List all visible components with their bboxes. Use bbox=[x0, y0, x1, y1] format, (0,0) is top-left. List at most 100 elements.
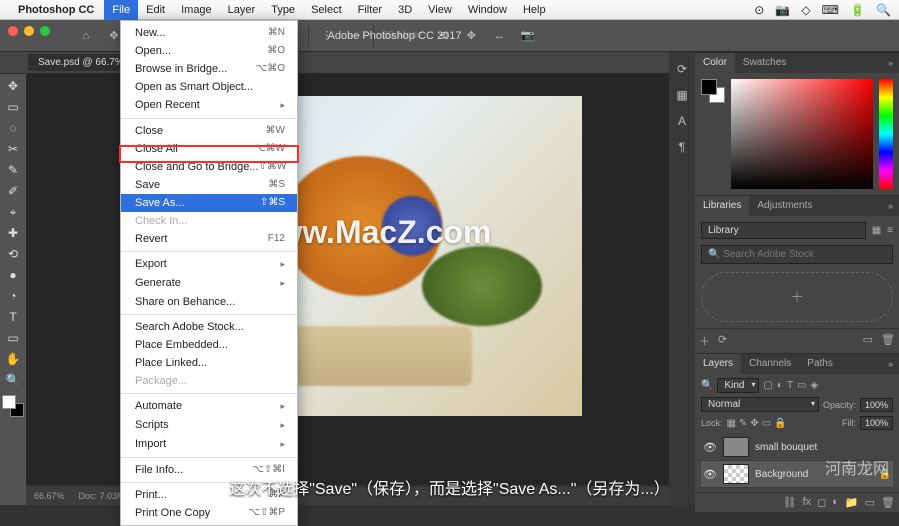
menu-item-close[interactable]: Close⌘W bbox=[121, 122, 297, 140]
opacity-value[interactable]: 100% bbox=[860, 398, 893, 412]
menu-view[interactable]: View bbox=[420, 0, 460, 20]
foreground-color-swatch[interactable] bbox=[2, 395, 16, 409]
color-swatch-pair[interactable] bbox=[701, 79, 725, 103]
history-panel-icon[interactable]: ⟳ bbox=[673, 60, 691, 78]
home-icon[interactable]: ⌂ bbox=[76, 26, 96, 46]
3d-orbit-icon[interactable]: ⟲ bbox=[433, 26, 453, 46]
swatches-tab[interactable]: Swatches bbox=[735, 53, 794, 73]
filter-adjustment-icon[interactable]: ◐ bbox=[777, 380, 783, 391]
adjustments-tab[interactable]: Adjustments bbox=[749, 196, 820, 216]
hand-tool[interactable]: ✋ bbox=[2, 349, 24, 369]
lock-transparency-icon[interactable]: ▦ bbox=[727, 418, 736, 429]
3d-slide-icon[interactable]: ↔ bbox=[489, 26, 509, 46]
add-asset-icon[interactable]: ＋ bbox=[699, 333, 710, 349]
layer-thumbnail[interactable] bbox=[723, 464, 749, 484]
menu-item-place-embedded[interactable]: Place Embedded... bbox=[121, 336, 297, 354]
minimize-window-button[interactable] bbox=[24, 26, 34, 36]
menu-item-export[interactable]: Export bbox=[121, 255, 297, 274]
marquee-tool[interactable]: ▭ bbox=[2, 97, 24, 117]
menu-item-open[interactable]: Open...⌘O bbox=[121, 42, 297, 60]
fg-color-swatch[interactable] bbox=[701, 79, 717, 95]
lock-all-icon[interactable]: 🔒 bbox=[774, 418, 786, 429]
panel-collapse-icon[interactable]: » bbox=[882, 58, 899, 68]
layer-item[interactable]: 👁 Background 🔒 bbox=[701, 461, 893, 488]
menu-item-search-adobe-stock[interactable]: Search Adobe Stock... bbox=[121, 318, 297, 336]
menu-item-open-as-smart-object[interactable]: Open as Smart Object... bbox=[121, 78, 297, 96]
layer-style-icon[interactable]: fx bbox=[803, 496, 812, 509]
menu-item-save-as[interactable]: Save As...⇧⌘S bbox=[121, 194, 297, 212]
zoom-tool[interactable]: 🔍 bbox=[2, 370, 24, 390]
menu-item-revert[interactable]: RevertF12 bbox=[121, 230, 297, 248]
layers-tab[interactable]: Layers bbox=[695, 354, 741, 374]
clone-tool[interactable]: ⌖ bbox=[2, 202, 24, 222]
shape-tool[interactable]: ▭ bbox=[2, 328, 24, 348]
paths-tab[interactable]: Paths bbox=[799, 354, 841, 374]
properties-panel-icon[interactable]: ▦ bbox=[673, 86, 691, 104]
gradient-tool[interactable]: ● bbox=[2, 265, 24, 285]
lock-paint-icon[interactable]: ✎ bbox=[739, 418, 747, 429]
menu-type[interactable]: Type bbox=[263, 0, 303, 20]
color-field-picker[interactable] bbox=[731, 79, 873, 189]
layer-item[interactable]: 👁 small bouquet bbox=[701, 434, 893, 461]
layer-thumbnail[interactable] bbox=[723, 437, 749, 457]
panel-collapse-icon[interactable]: » bbox=[882, 359, 899, 369]
menu-window[interactable]: Window bbox=[460, 0, 515, 20]
layer-visibility-icon[interactable]: 👁 bbox=[703, 441, 717, 454]
spotlight-icon[interactable]: 🔍 bbox=[876, 3, 891, 17]
menu-help[interactable]: Help bbox=[515, 0, 554, 20]
history-brush-tool[interactable]: ⟲ bbox=[2, 244, 24, 264]
filter-pixel-icon[interactable]: ▢ bbox=[763, 380, 772, 391]
blend-mode-dropdown[interactable]: Normal bbox=[701, 397, 819, 412]
lock-position-icon[interactable]: ✥ bbox=[750, 418, 758, 429]
library-view-icon[interactable]: ▦ bbox=[872, 225, 881, 236]
close-window-button[interactable] bbox=[8, 26, 18, 36]
move-tool[interactable]: ✥ bbox=[2, 76, 24, 96]
sync-icon[interactable]: ⟳ bbox=[718, 333, 727, 349]
menu-item-generate[interactable]: Generate bbox=[121, 274, 297, 293]
delete-layer-icon[interactable]: 🗑 bbox=[881, 496, 895, 509]
library-list-icon[interactable]: ≡ bbox=[887, 225, 893, 236]
type-tool[interactable]: T bbox=[2, 307, 24, 327]
color-tab[interactable]: Color bbox=[695, 53, 735, 73]
menu-item-new[interactable]: New...⌘N bbox=[121, 24, 297, 42]
new-library-icon[interactable]: ▭ bbox=[863, 333, 873, 349]
adjustment-layer-icon[interactable]: ◐ bbox=[832, 496, 839, 509]
menu-3d[interactable]: 3D bbox=[390, 0, 420, 20]
fill-value[interactable]: 100% bbox=[860, 416, 893, 430]
lock-artboard-icon[interactable]: ▭ bbox=[762, 418, 771, 429]
menu-image[interactable]: Image bbox=[173, 0, 220, 20]
layer-name[interactable]: Background bbox=[755, 469, 808, 480]
menu-item-save[interactable]: Save⌘S bbox=[121, 176, 297, 194]
menu-edit[interactable]: Edit bbox=[138, 0, 173, 20]
paragraph-panel-icon[interactable]: ¶ bbox=[673, 138, 691, 156]
menu-item-file-info[interactable]: File Info...⌥⇧⌘I bbox=[121, 461, 297, 479]
lasso-tool[interactable]: ◌ bbox=[2, 118, 24, 138]
color-swatch-toggle[interactable] bbox=[2, 395, 24, 417]
filter-smart-icon[interactable]: ◈ bbox=[811, 380, 819, 391]
panel-collapse-icon[interactable]: » bbox=[882, 201, 899, 211]
distribute-icon[interactable]: ⋯ bbox=[345, 26, 365, 46]
library-dropzone[interactable]: ＋ bbox=[701, 272, 893, 322]
libraries-tab[interactable]: Libraries bbox=[695, 196, 749, 216]
filter-icon[interactable]: 🔍 bbox=[701, 380, 713, 391]
menu-item-close-and-go-to-bridge[interactable]: Close and Go to Bridge...⇧⌘W bbox=[121, 158, 297, 176]
healing-tool[interactable]: ✚ bbox=[2, 223, 24, 243]
layer-mask-icon[interactable]: ◻ bbox=[817, 496, 826, 509]
menu-item-automate[interactable]: Automate bbox=[121, 397, 297, 416]
distribute-icon[interactable]: ⋮ bbox=[317, 26, 337, 46]
eyedropper-tool[interactable]: ✎ bbox=[2, 160, 24, 180]
zoom-level[interactable]: 66.67% bbox=[34, 491, 65, 501]
layer-name[interactable]: small bouquet bbox=[755, 442, 817, 453]
layer-visibility-icon[interactable]: 👁 bbox=[703, 468, 717, 481]
filter-shape-icon[interactable]: ▭ bbox=[797, 380, 806, 391]
library-search-input[interactable]: 🔍 Search Adobe Stock bbox=[701, 245, 893, 264]
link-layers-icon[interactable]: ⛓ bbox=[783, 496, 797, 509]
character-panel-icon[interactable]: A bbox=[673, 112, 691, 130]
zoom-window-button[interactable] bbox=[40, 26, 50, 36]
menu-item-import[interactable]: Import bbox=[121, 435, 297, 454]
menu-item-print-one-copy[interactable]: Print One Copy⌥⇧⌘P bbox=[121, 504, 297, 522]
menu-layer[interactable]: Layer bbox=[220, 0, 264, 20]
filter-type-icon[interactable]: T bbox=[787, 380, 793, 391]
menu-filter[interactable]: Filter bbox=[350, 0, 390, 20]
app-name[interactable]: Photoshop CC bbox=[18, 4, 94, 16]
